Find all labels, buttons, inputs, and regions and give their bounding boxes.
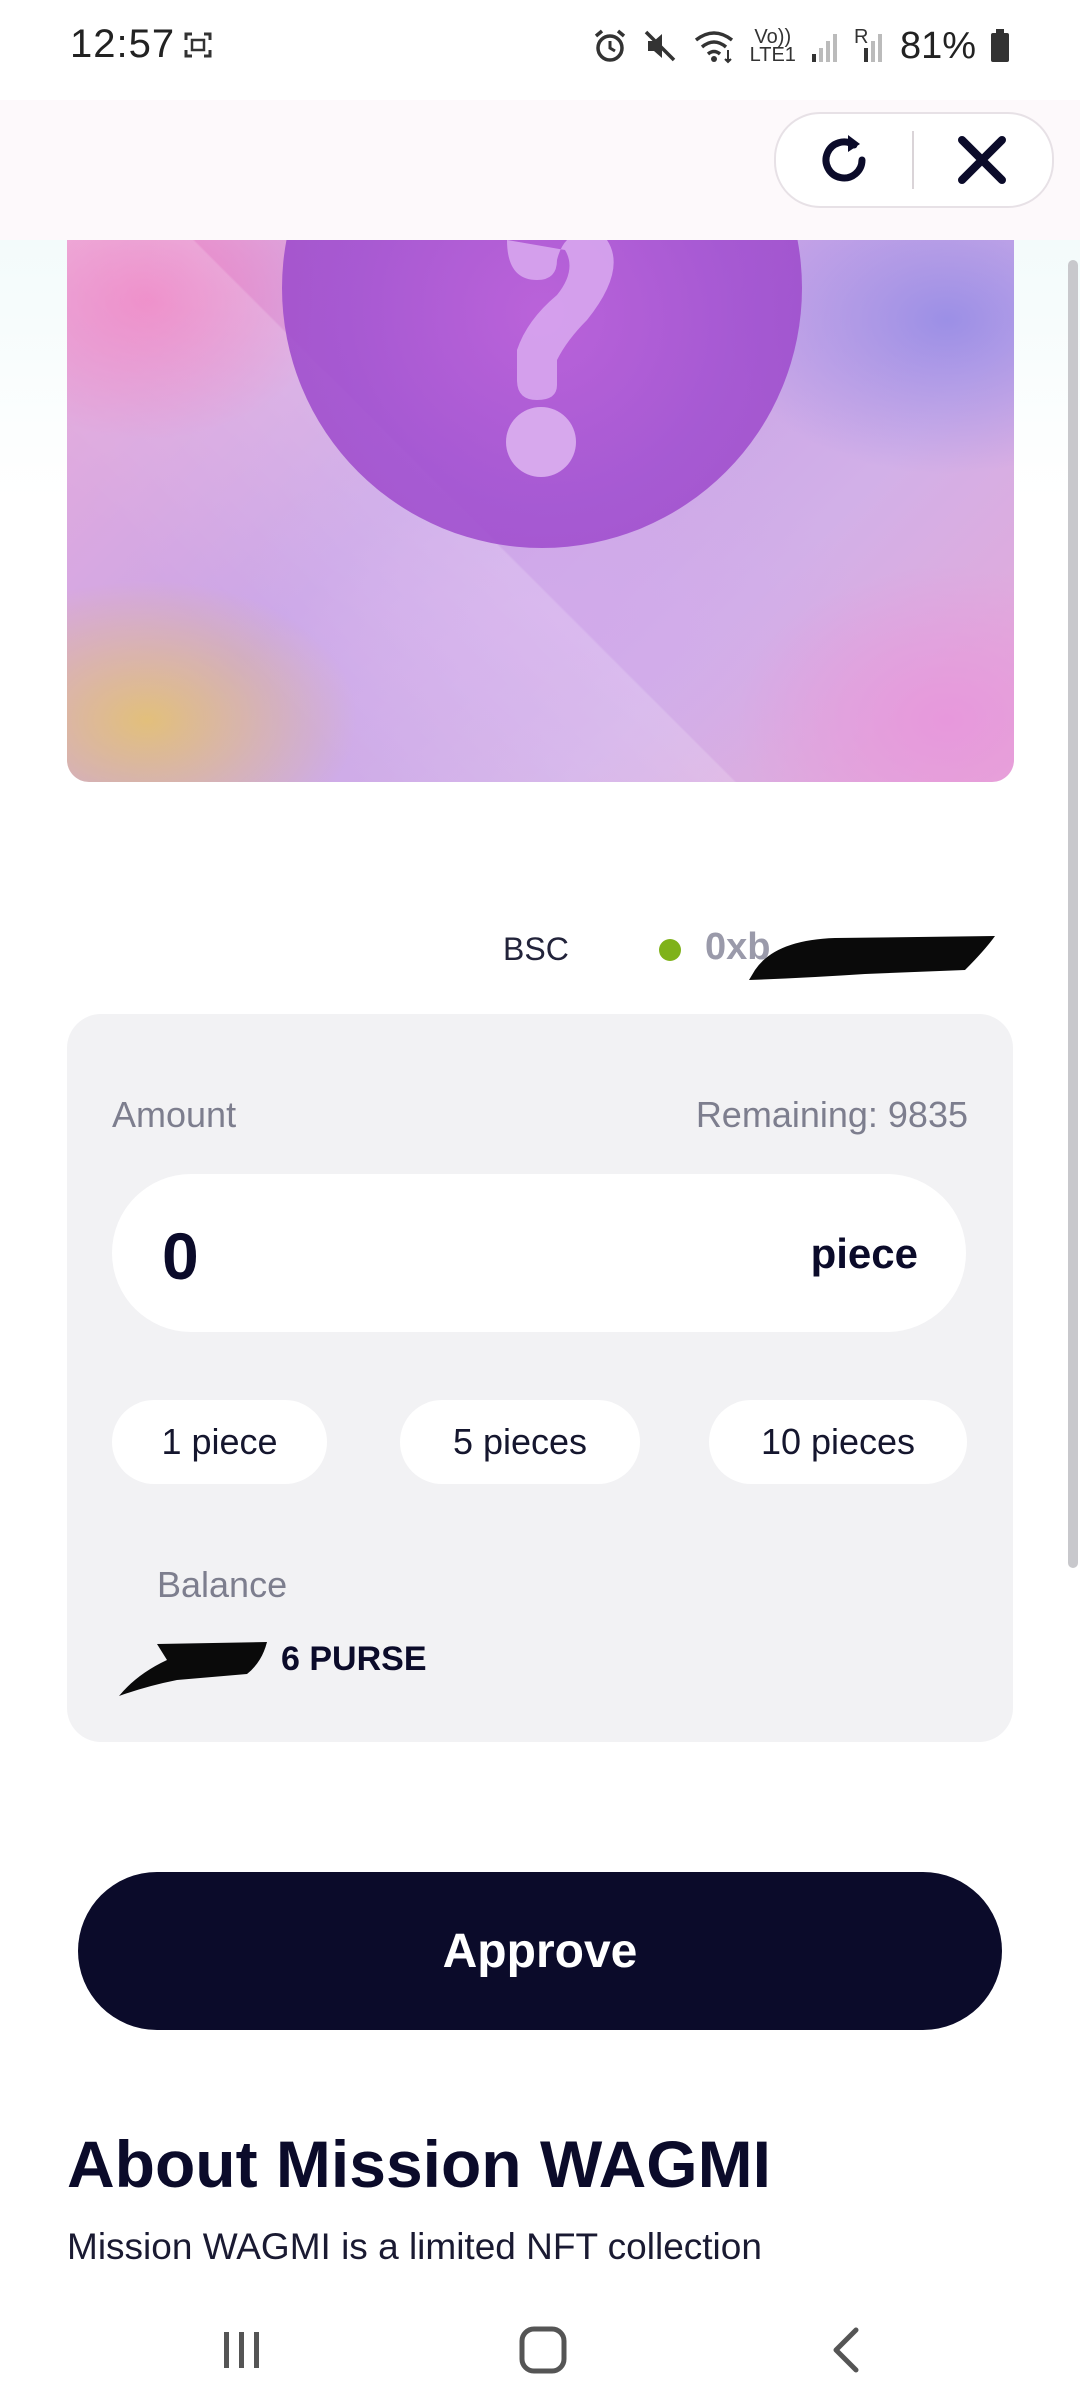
question-mark-icon xyxy=(506,240,614,477)
navigation-bar xyxy=(0,2300,1080,2400)
roaming-signal: R xyxy=(854,27,886,64)
balance-visible-text: 6 PURSE xyxy=(281,1640,427,1678)
lte-text: LTE1 xyxy=(749,44,796,66)
remaining-label: Remaining: 9835 xyxy=(695,1094,968,1135)
reload-icon xyxy=(822,135,866,182)
back-icon xyxy=(833,2327,859,2373)
approve-button[interactable]: Approve xyxy=(78,1872,1002,2030)
alarm-icon xyxy=(594,29,625,62)
scrollbar[interactable] xyxy=(1068,260,1078,1568)
purchase-card: Amount Remaining: 9835 piece 1 piece 5 p… xyxy=(67,1014,1013,1742)
balance-label: Balance xyxy=(157,1564,288,1605)
balance-redaction-mark xyxy=(119,1642,267,1696)
mute-icon xyxy=(644,30,675,62)
battery-icon xyxy=(991,29,1009,62)
quick-amount-5-button[interactable]: 5 pieces xyxy=(400,1400,640,1484)
nft-mystery-image xyxy=(67,240,1014,782)
recent-apps-icon xyxy=(224,2332,259,2368)
battery-percent: 81% xyxy=(899,24,976,67)
redaction-mark xyxy=(749,936,995,980)
home-button[interactable] xyxy=(443,2300,643,2400)
reload-button[interactable] xyxy=(776,114,912,206)
amount-input-field[interactable]: piece xyxy=(112,1174,966,1332)
network-label: BSC xyxy=(503,931,569,967)
status-icons: Vo)) LTE1 R 81% xyxy=(592,24,1010,68)
amount-label: Amount xyxy=(112,1094,237,1135)
wifi-icon xyxy=(694,31,733,64)
volte-indicator: Vo)) LTE1 xyxy=(749,27,796,66)
status-time: 12:57 xyxy=(70,22,176,66)
quick-amount-1-button[interactable]: 1 piece xyxy=(112,1400,327,1484)
about-description: Mission WAGMI is a limited NFT collectio… xyxy=(67,2226,762,2267)
about-title: About Mission WAGMI xyxy=(67,2127,771,2201)
signal-icon xyxy=(811,34,837,62)
amount-unit: piece xyxy=(810,1230,918,1277)
amount-input[interactable] xyxy=(162,1218,762,1294)
header-controls xyxy=(774,112,1054,208)
webview-header xyxy=(0,100,1080,240)
connected-status-dot xyxy=(659,939,681,961)
close-button[interactable] xyxy=(914,114,1050,206)
recent-apps-button[interactable] xyxy=(142,2300,342,2400)
back-button[interactable] xyxy=(746,2300,946,2400)
home-icon xyxy=(519,2326,567,2374)
close-icon xyxy=(958,136,1006,184)
signal-2-icon xyxy=(863,34,882,62)
screenshot-icon xyxy=(184,32,212,58)
quick-amount-10-button[interactable]: 10 pieces xyxy=(709,1400,967,1484)
status-bar: 12:57 Vo)) LTE1 R 81% xyxy=(0,0,1080,100)
